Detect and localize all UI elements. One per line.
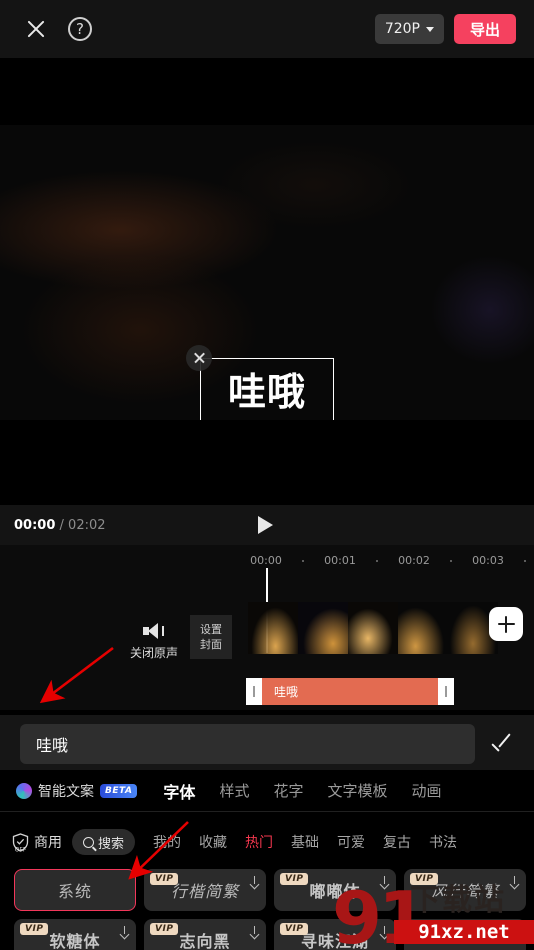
category-favorites[interactable]: 收藏 xyxy=(199,832,227,852)
editor-tabs: 智能文案 BETA 字体 样式 花字 文字模板 动画 xyxy=(0,770,534,812)
font-name: 志向黑 xyxy=(179,932,231,950)
ruler-dot xyxy=(450,560,452,562)
search-icon xyxy=(83,836,94,848)
vip-badge: VIP xyxy=(280,923,309,935)
font-cell-zhixianghei[interactable]: VIP 志向黑 xyxy=(144,919,266,950)
tab-animation[interactable]: 动画 xyxy=(411,780,441,801)
font-name: 行楷简繁 xyxy=(170,882,239,901)
close-icon xyxy=(193,352,206,365)
export-label: 导出 xyxy=(469,20,500,39)
ruler-dot xyxy=(302,560,304,562)
ruler-dot xyxy=(524,560,526,562)
set-cover-button[interactable]: 设置 封面 xyxy=(190,615,232,659)
add-clip-button[interactable] xyxy=(489,607,523,641)
ai-sphere-icon xyxy=(16,782,32,799)
mute-original-audio-button[interactable]: 关闭原声 xyxy=(122,623,186,661)
commercial-use-toggle[interactable]: OFF 商用 xyxy=(12,832,62,852)
ruler-label: 00:03 xyxy=(472,554,504,567)
text-input-value: 哇哦 xyxy=(36,736,69,755)
preview-glow xyxy=(430,255,534,365)
playback-bar: 00:00 / 02:02 xyxy=(0,505,534,545)
cover-label-line2: 封面 xyxy=(200,638,222,651)
category-hot[interactable]: 热门 xyxy=(245,832,273,852)
category-retro[interactable]: 复古 xyxy=(383,832,411,852)
top-bar: ? 720P 导出 xyxy=(0,0,534,58)
watermark-url-bar: 91xz.net xyxy=(394,920,534,944)
text-clip[interactable]: 哇哦 xyxy=(262,678,438,705)
vip-badge: VIP xyxy=(280,873,309,885)
speaker-icon xyxy=(143,623,165,639)
video-preview[interactable]: 哇哦 xyxy=(0,125,534,420)
close-icon xyxy=(24,17,48,41)
resolution-selector[interactable]: 720P xyxy=(374,14,444,44)
vip-badge: VIP xyxy=(20,923,49,935)
clip-thumbnail[interactable] xyxy=(298,602,348,654)
mute-label: 关闭原声 xyxy=(129,646,178,660)
text-input[interactable]: 哇哦 xyxy=(20,724,475,764)
tab-fancy-text[interactable]: 花字 xyxy=(273,780,303,801)
clip-thumbnail[interactable] xyxy=(398,602,448,654)
watermark-site-cn: 下载站 xyxy=(410,883,506,918)
search-label: 搜索 xyxy=(98,836,125,852)
font-cell-xingkai[interactable]: VIP 行楷简繁 xyxy=(144,869,266,911)
total-time: 02:02 xyxy=(68,517,106,533)
font-cell-system[interactable]: 系统 xyxy=(14,869,136,911)
clip-thumbnail[interactable] xyxy=(348,602,398,654)
chevron-down-icon xyxy=(425,26,434,32)
confirm-button[interactable] xyxy=(492,737,514,751)
text-delete-handle[interactable] xyxy=(186,345,212,371)
cover-label-line1: 设置 xyxy=(200,623,222,636)
ai-copywriting-button[interactable]: 智能文案 BETA xyxy=(16,781,138,801)
plus-icon xyxy=(497,622,515,626)
text-overlay-content: 哇哦 xyxy=(227,370,306,414)
time-display: 00:00 / 02:02 xyxy=(14,518,106,533)
text-clip-label: 哇哦 xyxy=(274,685,299,699)
category-calligraphy[interactable]: 书法 xyxy=(429,832,457,852)
download-icon xyxy=(250,876,259,888)
shield-off-icon: OFF xyxy=(12,832,29,852)
resolution-label: 720P xyxy=(384,21,420,37)
ai-copywriting-label: 智能文案 xyxy=(38,783,94,800)
vip-badge: VIP xyxy=(150,923,179,935)
category-cute[interactable]: 可爱 xyxy=(337,832,365,852)
text-clip-row[interactable]: 哇哦 xyxy=(246,678,454,705)
download-icon xyxy=(250,926,259,938)
ruler-label: 00:01 xyxy=(324,554,356,567)
font-name: 系统 xyxy=(57,882,92,901)
tab-style[interactable]: 样式 xyxy=(219,780,249,801)
ruler-dot xyxy=(376,560,378,562)
font-cell-ruantang[interactable]: VIP 软糖体 xyxy=(14,919,136,950)
current-time: 00:00 xyxy=(14,517,56,533)
text-clip-trim-left[interactable] xyxy=(246,678,262,705)
category-basic[interactable]: 基础 xyxy=(291,832,319,852)
download-icon xyxy=(120,926,129,938)
text-clip-trim-right[interactable] xyxy=(438,678,454,705)
preview-glow xyxy=(215,140,415,230)
help-button[interactable]: ? xyxy=(58,7,102,51)
font-category-row: OFF 商用 搜索 我的 收藏 热门 基础 可爱 复古 书法 xyxy=(0,823,534,861)
close-button[interactable] xyxy=(14,7,58,51)
beta-badge: BETA xyxy=(100,783,138,798)
vip-badge: VIP xyxy=(150,873,179,885)
watermark: 91 下载站 91xz.net xyxy=(332,882,534,950)
ruler-label: 00:02 xyxy=(398,554,430,567)
text-input-bar: 哇哦 xyxy=(0,715,534,770)
font-name: 软糖体 xyxy=(49,932,101,950)
svg-text:OFF: OFF xyxy=(15,846,27,852)
search-button[interactable]: 搜索 xyxy=(72,829,136,855)
ruler-label: 00:00 xyxy=(250,554,282,567)
text-overlay-box[interactable]: 哇哦 xyxy=(200,358,334,420)
commercial-use-label: 商用 xyxy=(34,835,62,851)
help-circle-icon: ? xyxy=(68,17,92,41)
category-mine[interactable]: 我的 xyxy=(153,832,181,852)
export-button[interactable]: 导出 xyxy=(453,14,516,44)
video-clip-strip[interactable] xyxy=(248,602,498,654)
time-separator: / xyxy=(55,517,69,533)
tab-text-template[interactable]: 文字模板 xyxy=(327,780,387,801)
timeline-ruler: 00:00 00:01 00:02 00:03 xyxy=(0,550,534,570)
clip-thumbnail[interactable] xyxy=(248,602,298,654)
tab-font[interactable]: 字体 xyxy=(163,779,195,803)
play-button[interactable] xyxy=(258,516,273,534)
watermark-url: 91xz.net xyxy=(418,921,510,943)
